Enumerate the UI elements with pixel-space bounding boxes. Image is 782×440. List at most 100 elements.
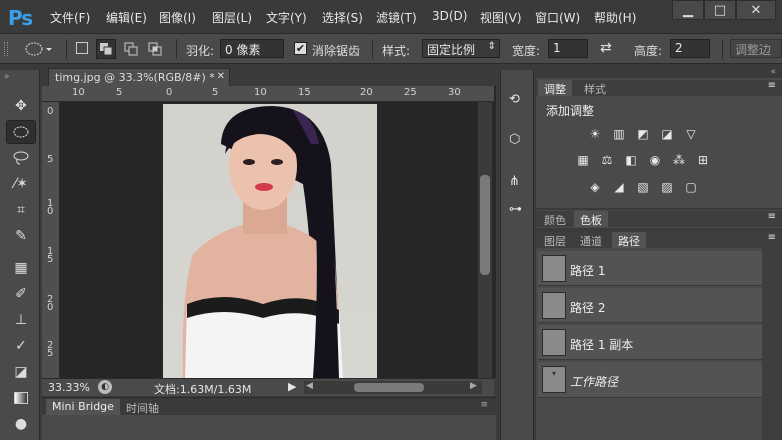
panel-menu-icon[interactable]: ≡ — [768, 232, 776, 243]
blur-drop-icon: ● — [14, 416, 28, 432]
tab-paths[interactable]: 路径 — [612, 232, 646, 248]
color-lookup-icon[interactable]: ⊞ — [694, 153, 712, 167]
menu-select[interactable]: 选择(S) — [322, 9, 363, 26]
zoom-level[interactable]: 33.33% — [48, 381, 90, 394]
gradient-icon — [14, 392, 28, 404]
close-tab-icon[interactable]: ✕ — [217, 71, 225, 82]
eraser-tool[interactable]: ◪ — [6, 360, 36, 384]
lasso-tool[interactable] — [6, 146, 36, 170]
scroll-right-icon[interactable]: ▶ — [470, 381, 477, 391]
collapse-arrows-icon[interactable]: » — [4, 72, 10, 82]
threshold-icon[interactable]: ▧ — [634, 180, 652, 194]
tool-preset-picker[interactable] — [22, 40, 52, 58]
tool-presets-icon[interactable]: ⊶ — [509, 202, 522, 217]
menu-window[interactable]: 窗口(W) — [535, 9, 580, 26]
status-menu-arrow-icon[interactable]: ▶ — [288, 380, 296, 393]
status-info-icon[interactable]: ◐ — [98, 380, 112, 394]
selective-color-icon[interactable]: ▢ — [682, 180, 700, 194]
width-input[interactable]: 1 — [548, 39, 588, 58]
work-path-item[interactable]: ▾ 工作路径 — [538, 362, 762, 398]
brush-presets-icon[interactable]: ⋔ — [509, 174, 520, 189]
stamp-icon: ⊥ — [14, 312, 28, 328]
hue-saturation-icon[interactable]: ▦ — [574, 153, 592, 167]
menu-help[interactable]: 帮助(H) — [594, 9, 636, 26]
vertical-scroll-thumb[interactable] — [480, 175, 490, 275]
tab-channels[interactable]: 通道 — [574, 232, 608, 248]
horizontal-ruler[interactable]: 10 5 0 5 10 15 20 25 30 — [42, 86, 494, 102]
blur-tool[interactable]: ● — [6, 412, 36, 436]
tab-styles[interactable]: 样式 — [578, 80, 612, 96]
intersect-selection-button[interactable] — [146, 40, 164, 61]
vertical-ruler[interactable]: 0 5 10 15 20 25 — [42, 102, 60, 378]
gradient-tool[interactable] — [6, 386, 36, 410]
curves-icon[interactable]: ◩ — [634, 127, 652, 141]
menu-view[interactable]: 视图(V) — [480, 9, 522, 26]
feather-input[interactable]: 0 像素 — [220, 39, 284, 58]
tab-adjustments[interactable]: 调整 — [538, 80, 572, 96]
portrait-illustration — [182, 106, 343, 378]
maximize-button[interactable]: □ — [704, 0, 736, 20]
elliptical-marquee-tool[interactable] — [6, 120, 36, 144]
collapse-arrows-icon[interactable]: « — [770, 67, 776, 77]
subtract-selection-button[interactable] — [122, 40, 140, 61]
tab-color[interactable]: 颜色 — [538, 211, 572, 227]
exposure-icon[interactable]: ◪ — [658, 127, 676, 141]
height-input[interactable]: 2 — [670, 39, 710, 58]
layers-tab-row: 图层 通道 路径 ≡ — [536, 232, 782, 248]
color-balance-icon[interactable]: ⚖ — [598, 153, 616, 167]
menu-image[interactable]: 图像(I) — [159, 9, 196, 26]
paths-scrollbar[interactable] — [762, 248, 782, 440]
menu-3d[interactable]: 3D(D) — [432, 9, 467, 23]
minimize-button[interactable]: ▁ — [672, 0, 704, 20]
refine-edge-button[interactable]: 调整边 — [730, 39, 782, 58]
close-button[interactable]: ✕ — [736, 0, 776, 20]
document-tab[interactable]: timg.jpg @ 33.3%(RGB/8#) * ✕ — [48, 68, 230, 86]
feather-label: 羽化: — [186, 44, 215, 58]
crop-tool[interactable]: ⌗ — [6, 198, 36, 222]
tab-layers[interactable]: 图层 — [538, 232, 572, 248]
menu-type[interactable]: 文字(Y) — [266, 9, 307, 26]
vibrance-icon[interactable]: ▽ — [682, 127, 700, 141]
add-selection-button[interactable] — [96, 39, 116, 59]
black-white-icon[interactable]: ◧ — [622, 153, 640, 167]
move-tool[interactable]: ✥ — [6, 94, 36, 118]
posterize-icon[interactable]: ◢ — [610, 180, 628, 194]
style-select[interactable]: 固定比例 ⇕ — [422, 39, 500, 58]
tab-swatches[interactable]: 色板 — [574, 211, 608, 227]
scroll-left-icon[interactable]: ◀ — [306, 381, 313, 391]
tab-timeline[interactable]: 时间轴 — [120, 399, 165, 415]
path-thumbnail: ▾ — [542, 366, 566, 393]
eyedropper-tool[interactable]: ✎ — [6, 224, 36, 248]
menu-layer[interactable]: 图层(L) — [212, 9, 252, 26]
swap-icon[interactable]: ⇄ — [600, 40, 612, 56]
horizontal-scrollbar[interactable]: ◀ ▶ — [304, 381, 482, 394]
new-selection-icon[interactable] — [76, 42, 88, 54]
path-item[interactable]: 路径 1 — [538, 251, 762, 286]
grip-handle[interactable] — [4, 42, 8, 56]
healing-brush-tool[interactable]: ▦ — [6, 256, 36, 280]
history-brush-tool[interactable]: ✓ — [6, 334, 36, 358]
bandage-icon: ▦ — [14, 260, 28, 276]
menu-filter[interactable]: 滤镜(T) — [376, 9, 417, 26]
panel-menu-icon[interactable]: ≡ — [480, 400, 488, 410]
invert-icon[interactable]: ◈ — [586, 180, 604, 194]
antialias-checkbox[interactable]: ✔ — [294, 42, 307, 55]
menu-file[interactable]: 文件(F) — [50, 9, 90, 26]
channel-mixer-icon[interactable]: ⁂ — [670, 153, 688, 167]
menu-edit[interactable]: 编辑(E) — [106, 9, 147, 26]
clone-stamp-tool[interactable]: ⊥ — [6, 308, 36, 332]
tab-mini-bridge[interactable]: Mini Bridge — [46, 399, 120, 415]
photo-filter-icon[interactable]: ◉ — [646, 153, 664, 167]
brush-tool[interactable]: ✐ — [6, 282, 36, 306]
gradient-map-icon[interactable]: ▨ — [658, 180, 676, 194]
panel-menu-icon[interactable]: ≡ — [768, 80, 776, 91]
3d-panel-icon[interactable]: ⬡ — [509, 132, 520, 147]
magic-wand-tool[interactable]: ⁄✶ — [6, 172, 36, 196]
panel-menu-icon[interactable]: ≡ — [768, 211, 776, 222]
path-item[interactable]: 路径 1 副本 — [538, 325, 762, 360]
brightness-icon[interactable]: ☀ — [586, 127, 604, 141]
levels-icon[interactable]: ▥ — [610, 127, 628, 141]
history-panel-icon[interactable]: ⟲ — [509, 92, 520, 107]
horizontal-scroll-thumb[interactable] — [354, 383, 424, 392]
path-item[interactable]: 路径 2 — [538, 288, 762, 323]
